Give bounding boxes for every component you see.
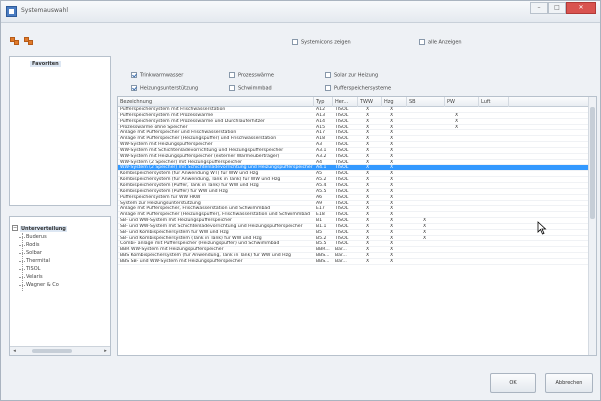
checkbox-box[interactable] <box>292 39 298 45</box>
mouse-cursor-icon <box>537 221 547 235</box>
column-header[interactable]: SB <box>407 97 445 107</box>
table-header: Bezeichnung Typ Her... TWW Hzg SB PW Luf… <box>118 97 590 107</box>
tree-item[interactable]: Buderus <box>19 234 47 240</box>
system-table[interactable]: Bezeichnung Typ Her... TWW Hzg SB PW Luf… <box>117 96 597 356</box>
table-cell: BBS... <box>316 258 330 264</box>
maximize-button[interactable]: □ <box>548 2 566 14</box>
window-controls: – □ ✕ <box>530 2 596 16</box>
filter-label: Heizungsunterstützung <box>140 85 199 92</box>
collapse-icon[interactable]: − <box>12 225 18 231</box>
scroll-left-icon[interactable]: ◂ <box>10 347 19 355</box>
remove-favorite-icon[interactable] <box>24 37 34 46</box>
checkbox-box[interactable] <box>325 85 331 91</box>
column-header[interactable]: Luft <box>479 97 509 107</box>
filter-label: Trinkwarmwasser <box>140 72 184 79</box>
filter-checkbox[interactable]: Solar zur Heizung <box>325 72 378 79</box>
vertical-scrollbar[interactable] <box>588 97 596 355</box>
tree-item[interactable]: Velaris <box>19 274 43 280</box>
add-favorite-icon[interactable] <box>10 37 20 46</box>
checkbox-box[interactable] <box>131 72 137 78</box>
table-cell <box>423 259 435 265</box>
horizontal-scrollbar[interactable]: ◂ ▸ <box>10 346 110 355</box>
filter-options: Trinkwarmwasser Prozesswärme Solar zur H… <box>117 59 597 93</box>
column-header[interactable]: Bezeichnung <box>118 97 314 107</box>
checkbox-box[interactable] <box>419 39 425 45</box>
table-row[interactable]: BBS SB- und WW-System mit Heizungspuffer… <box>118 259 590 265</box>
minimize-button[interactable]: – <box>530 2 548 14</box>
filter-checkbox[interactable]: Heizungsunterstützung <box>131 85 198 92</box>
table-body: Pufferspeichersystem mit Frischwassersta… <box>118 107 590 265</box>
app-icon <box>6 6 17 17</box>
column-header[interactable]: Her... <box>333 97 358 107</box>
window-title: Systemauswahl <box>21 7 69 14</box>
tree-root-label: Unterverteilung <box>20 225 67 232</box>
tree-connector <box>22 233 23 291</box>
filter-label: Prozesswärme <box>238 72 274 79</box>
title-bar: Systemauswahl – □ ✕ <box>1 1 600 23</box>
tree-item[interactable]: Rodis <box>18 242 39 248</box>
system-selection-dialog: Systemauswahl – □ ✕ Systemicons zeigen a… <box>0 0 601 401</box>
tree-item[interactable]: Solbar <box>19 250 42 256</box>
table-cell: Bar... <box>335 258 347 264</box>
manufacturer-tree[interactable]: − Unterverteilung Buderus Rodis Solbar Th… <box>9 216 111 356</box>
column-header[interactable]: PW <box>445 97 479 107</box>
column-header[interactable]: Typ <box>314 97 333 107</box>
scrollbar-thumb[interactable] <box>32 349 72 353</box>
filter-label: Pufferspeichersysteme <box>334 85 392 92</box>
show-all-label: alle Anzeigen <box>428 39 462 46</box>
scroll-right-icon[interactable]: ▸ <box>101 347 110 355</box>
tree-item[interactable]: Wagner & Co <box>19 282 59 288</box>
table-cell: X <box>366 258 370 264</box>
table-cell <box>455 259 467 265</box>
tree-item[interactable]: TISOL <box>18 266 40 272</box>
favorites-panel[interactable]: Favoriten <box>9 56 111 206</box>
table-cell <box>483 259 495 265</box>
cancel-button[interactable]: Abbrechen <box>545 373 593 393</box>
table-cell: BBS SB- und WW-System mit Heizungspuffer… <box>120 258 243 264</box>
show-system-icons-checkbox[interactable]: Systemicons zeigen <box>292 39 351 46</box>
filter-label: Schwimmbad <box>238 85 272 92</box>
checkbox-box[interactable] <box>229 72 235 78</box>
table-cell: X <box>390 258 394 264</box>
tree-item[interactable]: Thermital <box>19 258 50 264</box>
filter-checkbox[interactable]: Trinkwarmwasser <box>131 72 183 79</box>
filter-label: Solar zur Heizung <box>334 72 379 79</box>
checkbox-box[interactable] <box>325 72 331 78</box>
favorites-label[interactable]: Favoriten <box>30 61 61 67</box>
filter-checkbox[interactable]: Schwimmbad <box>229 85 272 92</box>
tree-root-item[interactable]: − Unterverteilung <box>12 225 67 232</box>
filter-checkbox[interactable]: Prozesswärme <box>229 72 274 79</box>
column-header[interactable]: Hzg <box>382 97 407 107</box>
checkbox-box[interactable] <box>229 85 235 91</box>
column-header[interactable]: TWW <box>358 97 382 107</box>
toolbar: Systemicons zeigen alle Anzeigen <box>1 24 600 54</box>
ok-button[interactable]: OK <box>490 373 536 393</box>
scrollbar-thumb[interactable] <box>590 107 595 219</box>
close-button[interactable]: ✕ <box>566 2 596 14</box>
checkbox-box[interactable] <box>131 85 137 91</box>
filter-checkbox[interactable]: Pufferspeichersysteme <box>325 85 391 92</box>
show-system-icons-label: Systemicons zeigen <box>301 39 351 46</box>
show-all-checkbox[interactable]: alle Anzeigen <box>419 39 462 46</box>
